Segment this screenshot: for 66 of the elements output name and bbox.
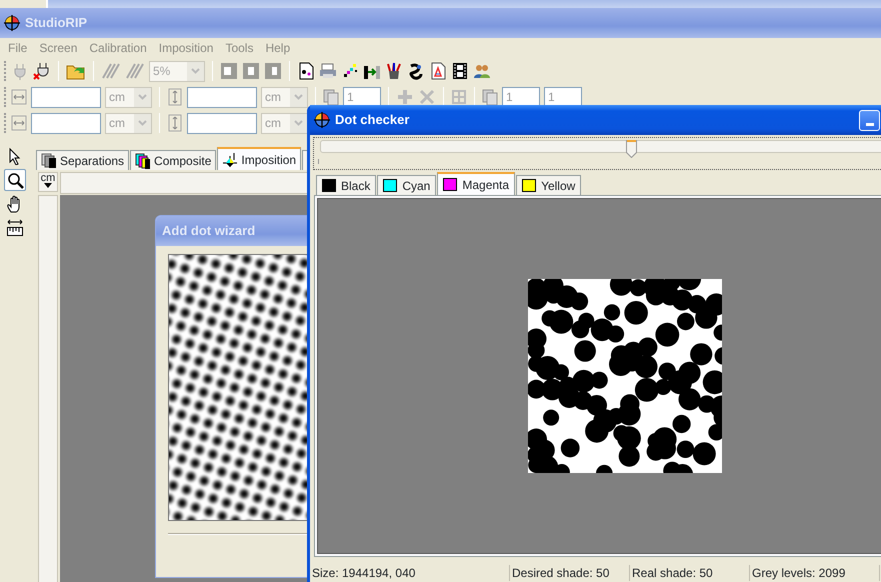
minimize-icon [866, 122, 874, 126]
tool-button[interactable] [4, 217, 26, 239]
bleed-height-icon[interactable] [167, 114, 183, 132]
printer-icon[interactable] [319, 62, 337, 80]
status-text: Grey levels: 2099 [750, 565, 880, 581]
input-field[interactable] [187, 112, 257, 134]
dialog-title: Add dot wizard [162, 222, 256, 240]
window-title: StudioRIP [25, 14, 88, 32]
unit-combo[interactable]: cm [261, 86, 308, 108]
bleed-width-icon[interactable] [11, 114, 27, 132]
document-tab[interactable]: Separations [36, 150, 130, 170]
unit-button[interactable]: cm [38, 172, 58, 192]
registration-mark-icon [222, 152, 238, 168]
copies-spinner[interactable]: 1 [343, 86, 381, 108]
brushes-cup-icon[interactable] [385, 62, 403, 80]
tool-button[interactable] [4, 169, 26, 191]
separations-icon [41, 152, 57, 168]
pattern-icon[interactable] [125, 62, 145, 80]
menu-item[interactable]: Calibration [83, 39, 153, 57]
color-tab[interactable]: Cyan [377, 175, 436, 195]
page-layout-icon[interactable] [220, 62, 238, 80]
copies-spinner[interactable]: 1 [544, 86, 582, 108]
unit-combo[interactable]: cm [105, 112, 152, 134]
plus-icon[interactable] [396, 88, 414, 106]
composite-icon [135, 152, 152, 168]
copies-icon[interactable] [323, 88, 339, 106]
swirl-icon[interactable] [407, 62, 425, 80]
menu-item[interactable]: File [2, 39, 34, 57]
caret-icon [44, 183, 52, 188]
page-layout-icon[interactable] [264, 62, 282, 80]
copies-icon[interactable] [482, 88, 498, 106]
document-color-icon[interactable] [429, 62, 447, 80]
dialog-title: Dot checker [335, 111, 410, 130]
page-layout-icon[interactable] [242, 62, 260, 80]
color-tab[interactable]: Magenta [437, 172, 516, 195]
menu-item[interactable]: Imposition [152, 39, 220, 57]
document-tab[interactable]: Imposition [217, 147, 302, 170]
slider-thumb[interactable] [626, 140, 637, 158]
color-tab[interactable]: Black [316, 175, 376, 195]
copies-spinner[interactable]: 1 [502, 86, 540, 108]
status-text: Desired shade: 50 [510, 565, 630, 581]
close-icon[interactable] [418, 88, 436, 106]
menu-item[interactable]: Tools [219, 39, 260, 57]
document-icon[interactable] [297, 62, 315, 80]
menu-item[interactable]: Screen [33, 39, 84, 57]
menu-item[interactable]: Help [259, 39, 296, 57]
minimize-button[interactable] [859, 110, 880, 130]
status-text: Real shade: 50 [630, 565, 750, 581]
ruler-measure-icon [6, 219, 24, 237]
pattern-icon[interactable] [101, 62, 121, 80]
unit-combo[interactable]: cm [261, 112, 308, 134]
document-tab[interactable]: Composite [130, 150, 216, 170]
color-tab[interactable]: Yellow [516, 175, 582, 195]
input-field[interactable] [31, 112, 101, 134]
search-icon [6, 171, 24, 189]
people-icon[interactable] [473, 62, 491, 80]
status-text: Size: 1944194, 040 [310, 565, 510, 581]
grid-icon[interactable] [451, 88, 467, 106]
input-field[interactable] [187, 86, 257, 108]
app-logo-icon [314, 112, 330, 128]
color-dots-icon[interactable] [341, 62, 359, 80]
plug-remove-icon[interactable] [33, 62, 51, 80]
unit-combo[interactable]: cm [105, 86, 152, 108]
input-field[interactable] [31, 86, 101, 108]
film-icon[interactable] [451, 62, 469, 80]
app-logo-icon [4, 15, 20, 31]
